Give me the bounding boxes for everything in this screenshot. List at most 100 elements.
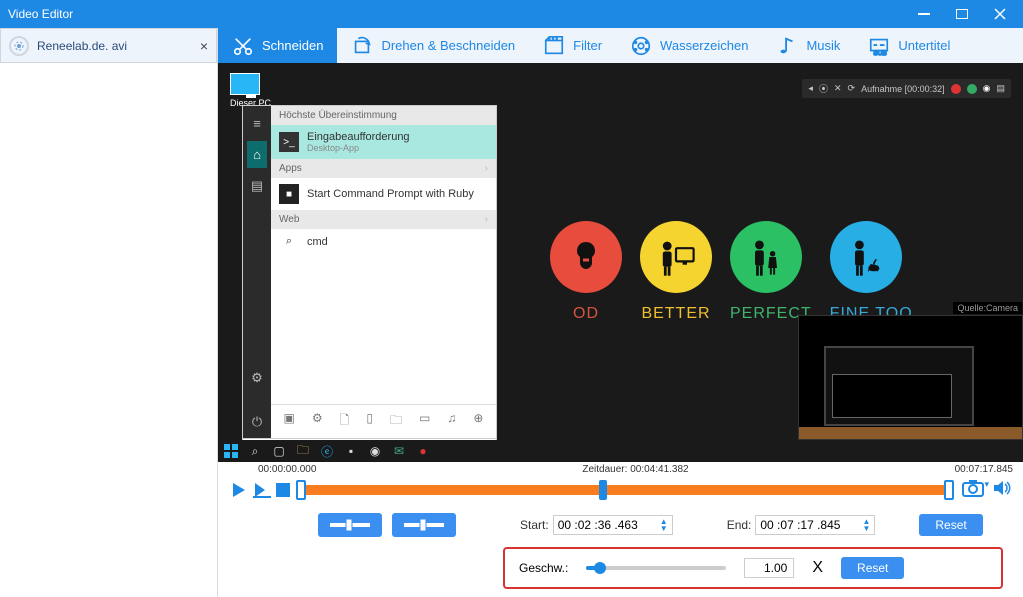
reset-speed-button[interactable]: Reset	[841, 557, 904, 579]
file-close-icon[interactable]: ×	[200, 38, 208, 54]
tab-subtitle-label: Untertitel	[898, 38, 950, 53]
start-down-icon[interactable]: ▼	[660, 525, 668, 532]
search-section-best: Höchste Übereinstimmung	[271, 106, 496, 125]
snapshot-button[interactable]: ▾	[962, 479, 989, 502]
minimize-button[interactable]	[909, 4, 939, 24]
svg-text:SUB: SUB	[874, 50, 887, 57]
tab-music[interactable]: Musik	[762, 28, 854, 63]
hamburger-icon[interactable]: ≡	[253, 116, 261, 131]
rec-taskbar-icon: ●	[414, 442, 432, 460]
controls-panel: Start: 00 :02 :36 .463 ▲▼ End: 00 :07 :1…	[218, 503, 1023, 597]
reset-time-button[interactable]: Reset	[919, 514, 982, 536]
search-result-ruby[interactable]: ■ Start Command Prompt with Ruby	[271, 178, 496, 210]
play-range-button[interactable]	[252, 481, 272, 499]
taskview-icon: ▢	[270, 442, 288, 460]
speed-slider[interactable]	[586, 566, 726, 570]
speed-x-label: X	[812, 559, 823, 577]
mark-in-button[interactable]	[318, 513, 382, 537]
circle-yellow	[640, 221, 712, 293]
close-button[interactable]	[985, 4, 1015, 24]
end-time-input[interactable]: 00 :07 :17 .845 ▲▼	[755, 515, 875, 535]
tab-filter-label: Filter	[573, 38, 602, 53]
titlebar: Video Editor	[0, 0, 1023, 28]
circle-yellow-label: BETTER	[640, 305, 712, 323]
filter-globe-icon[interactable]: ⊕	[473, 411, 483, 432]
filter-settings-icon[interactable]: ⚙	[312, 411, 323, 432]
file-name: Reneelab.de. avi	[37, 39, 127, 53]
video-preview: Dieser PC ◂⦿✕⟳ Aufnahme [00:00:32] ◉▤ ≡ …	[218, 63, 1023, 462]
file-tab[interactable]: Reneelab.de. avi ×	[0, 28, 217, 63]
circle-green	[730, 221, 802, 293]
picture-in-picture: Quelle:Camera	[798, 315, 1023, 440]
circle-red-label: OD	[550, 305, 622, 323]
tab-music-label: Musik	[806, 38, 840, 53]
circle-blue	[830, 221, 902, 293]
mail-icon: ✉	[390, 442, 408, 460]
filter-pic-icon[interactable]: ▭	[419, 411, 430, 432]
search-result3-title: cmd	[307, 236, 328, 248]
home-icon[interactable]: ⌂	[247, 141, 267, 168]
timeline-end: 00:07:17.845	[955, 464, 1013, 475]
timeline-track[interactable]: ▾	[230, 477, 1011, 503]
play-button[interactable]	[230, 481, 248, 499]
mark-out-button[interactable]	[392, 513, 456, 537]
app-title: Video Editor	[8, 7, 909, 21]
search-taskbar-icon: ⌕	[246, 442, 264, 460]
end-label: End:	[727, 518, 752, 532]
start-icon	[222, 442, 240, 460]
playhead[interactable]	[599, 480, 607, 500]
search-section-web: Web›	[271, 210, 496, 229]
filter-music-icon[interactable]: ♫	[447, 411, 456, 432]
desktop-pc-icon: Dieser PC	[230, 73, 271, 108]
power-icon[interactable]: ⏻	[252, 414, 262, 430]
preview-taskbar: ⌕ ▢ 🗀 ⓔ ▪ ◉ ✉ ●	[218, 440, 1023, 462]
filter-folder-icon[interactable]: 🗀	[390, 411, 402, 432]
cmd-taskbar-icon: ▪	[342, 442, 360, 460]
start-time-input[interactable]: 00 :02 :36 .463 ▲▼	[553, 515, 673, 535]
timeline-labels: 00:00:00.000 Zeitdauer: 00:04:41.382 00:…	[218, 462, 1023, 475]
speed-slider-thumb[interactable]	[594, 562, 606, 574]
explorer-icon: 🗀	[294, 442, 312, 460]
search-section-apps: Apps›	[271, 159, 496, 178]
search-result1-title: Eingabeaufforderung	[307, 131, 410, 143]
speed-label: Geschw.:	[519, 561, 568, 575]
tab-rotate-label: Drehen & Beschneiden	[381, 38, 515, 53]
pip-source-label: Quelle:Camera	[953, 302, 1022, 314]
search-result2-title: Start Command Prompt with Ruby	[307, 188, 474, 200]
start-label: Start:	[520, 518, 549, 532]
preview-circles: OD BETTER PERFECT	[550, 221, 913, 323]
maximize-button[interactable]	[947, 4, 977, 24]
filter-phone-icon[interactable]: ▯	[366, 411, 373, 432]
search-result1-sub: Desktop-App	[307, 143, 410, 153]
sidebar: Reneelab.de. avi ×	[0, 28, 218, 597]
recording-time: Aufnahme [00:00:32]	[861, 84, 945, 94]
end-down-icon[interactable]: ▼	[862, 525, 870, 532]
recording-status-bar: ◂⦿✕⟳ Aufnahme [00:00:32] ◉▤	[802, 79, 1011, 98]
search-result-web-cmd[interactable]: ⌕ cmd	[271, 229, 496, 254]
tab-watermark[interactable]: Wasserzeichen	[616, 28, 762, 63]
circle-red	[550, 221, 622, 293]
chrome-icon: ◉	[366, 442, 384, 460]
trim-handle-left[interactable]	[296, 480, 306, 500]
tab-filter[interactable]: Filter	[529, 28, 616, 63]
speed-controls: Geschw.: 1.00 X Reset	[503, 547, 1003, 589]
filter-window-icon[interactable]: ▣	[284, 411, 295, 432]
search-filter-icons: ▣ ⚙ 🗋 ▯ 🗀 ▭ ♫ ⊕	[271, 404, 496, 438]
tab-watermark-label: Wasserzeichen	[660, 38, 748, 53]
speed-value-input[interactable]: 1.00	[744, 558, 794, 578]
gear-icon[interactable]: ⚙	[251, 370, 263, 386]
stop-button[interactable]	[276, 483, 290, 497]
tab-rotate[interactable]: Drehen & Beschneiden	[337, 28, 529, 63]
tab-cut-label: Schneiden	[262, 38, 323, 53]
volume-button[interactable]	[993, 480, 1011, 501]
filter-doc-icon[interactable]: 🗋	[340, 411, 350, 432]
tabbar: Schneiden Drehen & Beschneiden Filter Wa…	[218, 28, 1023, 63]
search-panel: ≡ ⌂ ▤ ⚙ ⏻ Höchste Übereinstimmung >_ Ein…	[242, 105, 497, 462]
timeline-start: 00:00:00.000	[258, 464, 316, 475]
tab-cut[interactable]: Schneiden	[218, 28, 337, 63]
trim-handle-right[interactable]	[944, 480, 954, 500]
tab-subtitle[interactable]: SUB Untertitel	[854, 28, 964, 63]
edge-icon: ⓔ	[318, 442, 336, 460]
apps-icon[interactable]: ▤	[251, 178, 263, 194]
search-result-cmd[interactable]: >_ Eingabeaufforderung Desktop-App	[271, 125, 496, 159]
